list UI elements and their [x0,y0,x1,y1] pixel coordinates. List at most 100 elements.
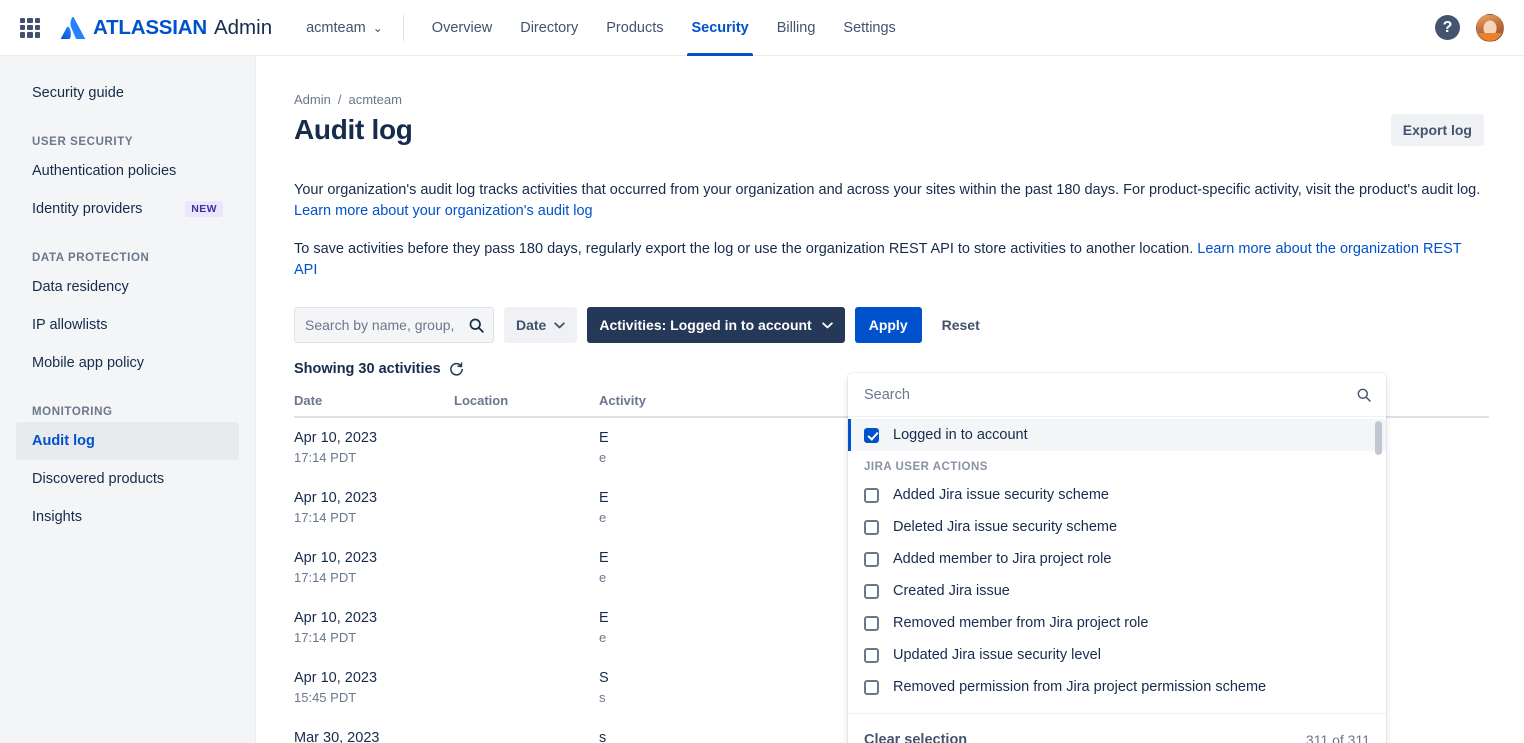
dropdown-option-label: Logged in to account [893,427,1028,443]
activity-actor: e [599,628,874,647]
checkbox-unchecked-icon[interactable] [864,648,879,663]
dropdown-option-logged-in-to-account[interactable]: Logged in to account [848,419,1386,451]
sidebar-group-data-protection: DATA PROTECTION [0,252,255,264]
top-navigation-bar: ATLASSIAN Admin acmteam ⌄ Overview Direc… [0,0,1524,56]
dropdown-count-label: 311 of 311 [1306,732,1370,743]
sidebar-item-authentication-policies[interactable]: Authentication policies [16,152,239,190]
audit-log-description-2: To save activities before they pass 180 … [294,239,1484,281]
apply-button[interactable]: Apply [855,307,922,343]
description-text: Your organization's audit log tracks act… [294,182,1480,198]
brand-logo-link[interactable]: ATLASSIAN Admin [60,16,272,40]
sidebar-item-discovered-products[interactable]: Discovered products [16,460,239,498]
dropdown-group-jira-user-actions: JIRA USER ACTIONS [848,451,1386,479]
tab-overview[interactable]: Overview [418,0,506,56]
sidebar-item-insights[interactable]: Insights [16,498,239,536]
dropdown-option[interactable]: Added member to Jira project role [848,543,1386,575]
breadcrumb: Admin / acmteam [294,92,1484,107]
activity-actor: e [599,568,874,587]
activity-actor: e [599,508,874,527]
search-field-wrapper[interactable] [294,307,494,343]
checkbox-unchecked-icon[interactable] [864,488,879,503]
help-icon[interactable]: ? [1435,15,1460,40]
audit-log-learn-more-link[interactable]: Learn more about your organization's aud… [294,203,593,219]
refresh-icon[interactable] [449,362,464,377]
sidebar-item-label: Security guide [32,85,124,101]
dropdown-option[interactable]: Removed member from Jira project role [848,607,1386,639]
avatar[interactable] [1476,14,1504,42]
export-log-button[interactable]: Export log [1391,114,1484,146]
date-filter-button[interactable]: Date [504,307,577,343]
tab-products[interactable]: Products [592,0,677,56]
activities-filter-button[interactable]: Activities: Logged in to account [587,307,844,343]
dropdown-search-row[interactable] [848,373,1386,417]
checkbox-unchecked-icon[interactable] [864,680,879,695]
dropdown-scrollbar-thumb[interactable] [1375,421,1382,455]
sidebar-item-ip-allowlists[interactable]: IP allowlists [16,306,239,344]
apps-grid-icon[interactable] [18,16,42,40]
cell-date: Apr 10, 202315:45 PDT [294,669,454,707]
sidebar-item-label: Audit log [32,433,95,449]
cell-location [454,489,599,495]
sidebar-item-security-guide[interactable]: Security guide [16,74,239,112]
time-value: 17:14 PDT [294,508,454,527]
dropdown-option[interactable]: Added Jira issue security scheme [848,479,1386,511]
tab-settings[interactable]: Settings [829,0,909,56]
cell-activity: Ee [599,549,874,587]
dropdown-option[interactable]: Deleted Jira issue security scheme [848,511,1386,543]
activity-value: s [599,729,874,743]
redacted-location [454,669,599,672]
search-icon[interactable] [468,317,485,334]
showing-activities-label: Showing 30 activities [294,361,441,377]
sidebar: Security guide USER SECURITY Authenticat… [0,56,256,743]
date-value: Mar 30, 2023 [294,729,454,743]
org-switcher[interactable]: acmteam ⌄ [302,14,387,42]
date-value: Apr 10, 2023 [294,489,454,508]
dropdown-option-list[interactable]: Logged in to account JIRA USER ACTIONS A… [848,417,1386,713]
date-value: Apr 10, 2023 [294,669,454,688]
cell-date: Mar 30, 202305:20 PDT [294,729,454,743]
cell-date: Apr 10, 202317:14 PDT [294,609,454,647]
sidebar-item-mobile-app-policy[interactable]: Mobile app policy [16,344,239,382]
tab-directory[interactable]: Directory [506,0,592,56]
description-text: To save activities before they pass 180 … [294,241,1197,257]
dropdown-option[interactable]: Updated Jira issue security level [848,639,1386,671]
tab-billing[interactable]: Billing [763,0,830,56]
column-header-location: Location [454,393,599,408]
search-input[interactable] [305,317,468,333]
brand-admin-text: Admin [214,16,272,40]
checkbox-unchecked-icon[interactable] [864,584,879,599]
clear-selection-button[interactable]: Clear selection [864,732,967,743]
filter-toolbar: Date Activities: Logged in to account Ap… [294,307,1484,343]
brand-atlassian-text: ATLASSIAN [93,16,207,40]
dropdown-option[interactable]: Removed permission from Jira project per… [848,671,1386,703]
dropdown-option[interactable]: Created Jira issue [848,575,1386,607]
dropdown-footer: Clear selection 311 of 311 [848,713,1386,743]
sidebar-item-label: Discovered products [32,471,164,487]
cell-activity: Ee [599,429,874,467]
reset-button[interactable]: Reset [932,307,990,343]
org-switcher-label: acmteam [306,20,366,36]
sidebar-item-data-residency[interactable]: Data residency [16,268,239,306]
sidebar-item-audit-log[interactable]: Audit log [16,422,239,460]
sidebar-item-label: Authentication policies [32,163,176,179]
tab-security[interactable]: Security [677,0,762,56]
audit-log-description-1: Your organization's audit log tracks act… [294,180,1484,222]
checkbox-checked-icon[interactable] [864,428,879,443]
breadcrumb-org[interactable]: acmteam [348,92,401,107]
cell-date: Apr 10, 202317:14 PDT [294,549,454,587]
checkbox-unchecked-icon[interactable] [864,520,879,535]
sidebar-item-label: IP allowlists [32,317,107,333]
checkbox-unchecked-icon[interactable] [864,616,879,631]
time-value: 17:14 PDT [294,628,454,647]
dropdown-search-input[interactable] [864,387,1356,403]
checkbox-unchecked-icon[interactable] [864,552,879,567]
chevron-down-icon [822,322,833,329]
breadcrumb-admin[interactable]: Admin [294,92,331,107]
cell-date: Apr 10, 202317:14 PDT [294,489,454,527]
cell-date: Apr 10, 202317:14 PDT [294,429,454,467]
sidebar-item-identity-providers[interactable]: Identity providers NEW [16,190,239,228]
cell-location [454,669,599,675]
time-value: 17:14 PDT [294,448,454,467]
dropdown-option-label: Added member to Jira project role [893,551,1111,567]
search-icon[interactable] [1356,387,1372,403]
